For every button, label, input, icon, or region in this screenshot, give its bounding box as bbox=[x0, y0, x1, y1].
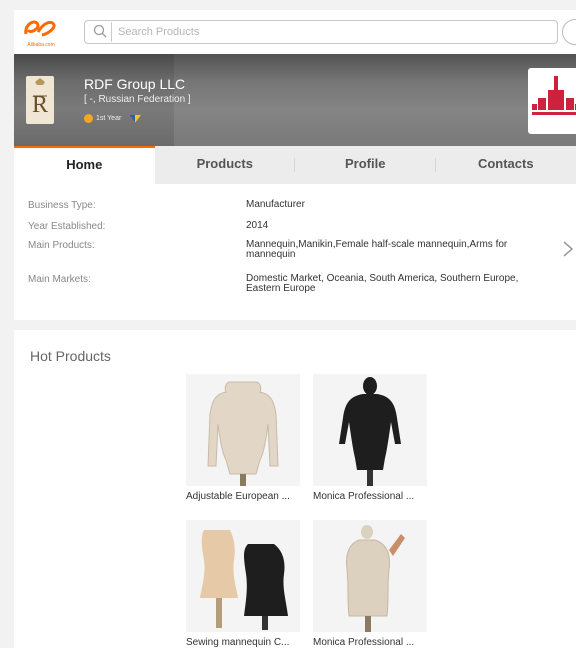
product-card[interactable]: Monica Professional ... bbox=[313, 520, 427, 648]
info-value: Manufacturer bbox=[246, 199, 305, 210]
year-badge-text: 1st Year bbox=[96, 115, 122, 122]
hot-products-title: Hot Products bbox=[30, 348, 111, 364]
tab-products-label: Products bbox=[196, 156, 253, 171]
product-image[interactable] bbox=[313, 374, 427, 486]
tab-products[interactable]: Products bbox=[155, 146, 295, 184]
company-info-panel[interactable]: Business Type: Manufacturer Year Establi… bbox=[14, 184, 576, 320]
info-value: Domestic Market, Oceania, South America,… bbox=[246, 273, 519, 294]
info-label: Main Markets: bbox=[28, 274, 91, 285]
info-value: 2014 bbox=[246, 220, 269, 231]
trade-assurance-icon bbox=[129, 114, 142, 123]
info-label: Year Established: bbox=[28, 221, 106, 232]
logo-text: Alibaba.com bbox=[27, 42, 55, 48]
product-image[interactable] bbox=[186, 374, 300, 486]
info-label: Business Type: bbox=[28, 200, 96, 211]
search-box[interactable] bbox=[84, 20, 558, 44]
gold-medal-icon bbox=[84, 114, 93, 123]
tab-contacts[interactable]: Contacts bbox=[436, 146, 576, 184]
top-bar: Alibaba.com bbox=[14, 10, 576, 54]
user-avatar-icon[interactable] bbox=[562, 19, 576, 45]
tab-home[interactable]: Home bbox=[14, 146, 155, 184]
company-name[interactable]: RDF Group LLC bbox=[84, 76, 185, 92]
tab-profile-label: Profile bbox=[345, 156, 386, 171]
banner-thumbnail[interactable] bbox=[528, 68, 576, 134]
search-icon bbox=[93, 24, 107, 38]
product-name[interactable]: Monica Professional ... bbox=[313, 491, 427, 502]
company-location: [ -, Russian Federation ] bbox=[84, 94, 191, 105]
product-image[interactable] bbox=[313, 520, 427, 632]
tab-profile[interactable]: Profile bbox=[295, 146, 436, 184]
product-name[interactable]: Sewing mannequin C... bbox=[186, 637, 300, 648]
product-image[interactable] bbox=[186, 520, 300, 632]
company-logo: R bbox=[26, 76, 54, 124]
year-badge: 1st Year bbox=[84, 114, 142, 123]
chevron-right-icon[interactable] bbox=[562, 240, 574, 258]
tab-bar: Home Products Profile Contacts bbox=[14, 146, 576, 184]
search-input[interactable] bbox=[111, 22, 550, 42]
info-label: Main Products: bbox=[28, 240, 95, 251]
hot-products-section: Hot Products Adjustable European ... Mon… bbox=[14, 330, 576, 648]
alibaba-logo[interactable]: Alibaba.com bbox=[22, 16, 56, 50]
product-card[interactable]: Adjustable European ... bbox=[186, 374, 300, 502]
product-card[interactable]: Monica Professional ... bbox=[313, 374, 427, 502]
info-value: Mannequin,Manikin,Female half-scale mann… bbox=[246, 239, 508, 260]
product-name[interactable]: Monica Professional ... bbox=[313, 637, 427, 648]
product-name[interactable]: Adjustable European ... bbox=[186, 491, 300, 502]
product-card[interactable]: Sewing mannequin C... bbox=[186, 520, 300, 648]
company-banner: R RDF Group LLC [ -, Russian Federation … bbox=[14, 54, 576, 146]
